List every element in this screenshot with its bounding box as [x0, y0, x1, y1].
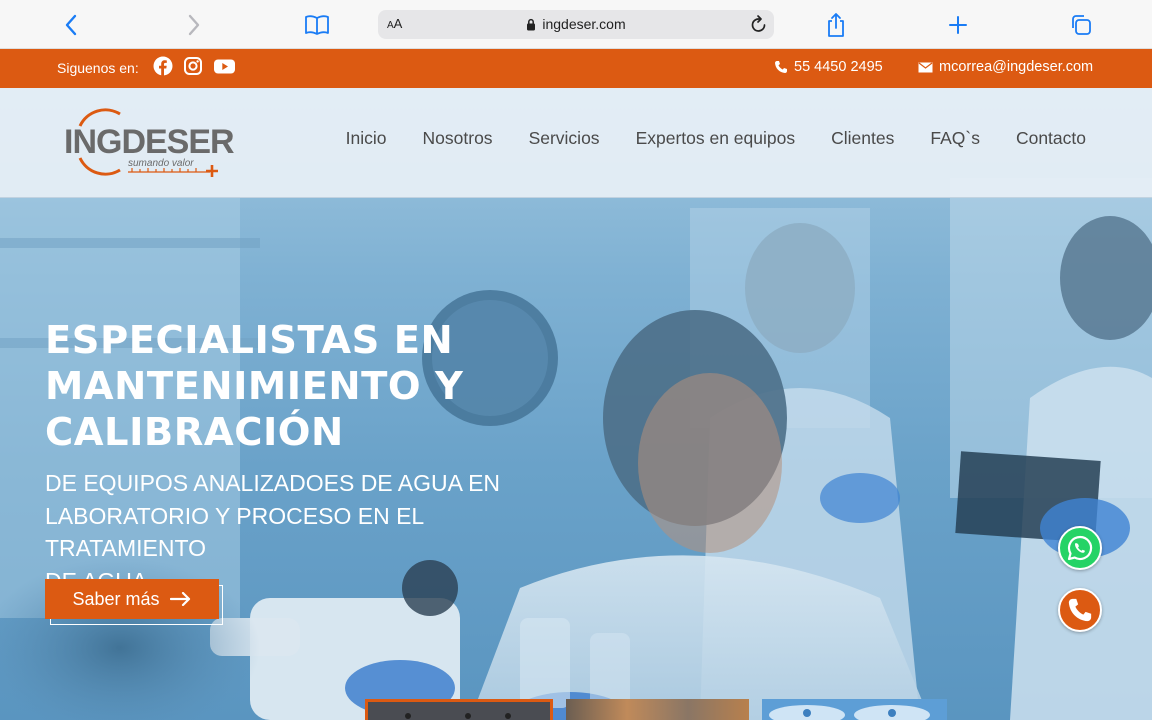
ingdeser-logo[interactable]: INGDESER sumando valor: [60, 106, 235, 178]
site-header: INGDESER sumando valor Inicio Nosotros S…: [0, 88, 1152, 198]
topbar-phone[interactable]: 55 4450 2495: [774, 59, 883, 75]
nav-contacto[interactable]: Contacto: [1016, 128, 1086, 149]
service-thumbnail-1[interactable]: [365, 699, 553, 720]
new-tab-plus-icon[interactable]: [946, 10, 970, 40]
nav-expertos-en-equipos[interactable]: Expertos en equipos: [636, 128, 796, 149]
topbar-email[interactable]: mcorrea@ingdeser.com: [918, 59, 1093, 75]
subheadline-line-2: LABORATORIO Y PROCESO EN EL TRATAMIENTO: [45, 502, 424, 562]
subheadline-line-1: DE EQUIPOS ANALIZADOES DE AGUA EN: [45, 470, 501, 496]
follow-us-label: Siguenos en:: [57, 60, 139, 76]
headline-line-3: CALIBRACIÓN: [45, 410, 344, 455]
phone-icon: [775, 61, 787, 73]
whatsapp-icon: [1067, 535, 1093, 561]
bookmarks-book-icon[interactable]: [303, 10, 331, 40]
service-thumbnail-3[interactable]: [762, 699, 947, 720]
back-chevron-icon[interactable]: [60, 10, 82, 40]
logo-wordmark: INGDESER: [64, 123, 234, 161]
email-address: mcorrea@ingdeser.com: [939, 59, 1094, 75]
nav-clientes[interactable]: Clientes: [831, 128, 894, 149]
tabs-overview-icon[interactable]: [1068, 10, 1094, 40]
youtube-icon[interactable]: [213, 56, 236, 76]
facebook-icon[interactable]: [153, 56, 173, 76]
instagram-icon[interactable]: [183, 56, 203, 76]
arrow-right-icon: [169, 592, 190, 606]
lock-icon: [527, 18, 536, 30]
nav-faqs[interactable]: FAQ`s: [930, 128, 980, 149]
hero-subheadline: DE EQUIPOS ANALIZADOES DE AGUA EN LABORA…: [45, 467, 585, 597]
call-button[interactable]: [1058, 588, 1102, 632]
forward-chevron-icon[interactable]: [183, 10, 205, 40]
headline-line-1: ESPECIALISTAS EN: [45, 318, 454, 363]
hero-headline: ESPECIALISTAS EN MANTENIMIENTO Y CALIBRA…: [45, 318, 605, 456]
whatsapp-button[interactable]: [1058, 526, 1102, 570]
url-text: ingdeser.com: [542, 16, 626, 32]
logo-tagline: sumando valor: [128, 158, 194, 169]
service-thumbnail-2[interactable]: [566, 699, 749, 720]
nav-servicios[interactable]: Servicios: [529, 128, 600, 149]
share-icon[interactable]: [824, 10, 848, 40]
reload-icon[interactable]: [750, 14, 768, 38]
headline-line-2: MANTENIMIENTO Y: [45, 364, 464, 409]
nav-inicio[interactable]: Inicio: [346, 128, 387, 149]
contact-topbar: Siguenos en: 55 4450 2495 mcorrea@ingdes…: [0, 49, 1152, 88]
main-nav: Inicio Nosotros Servicios Expertos en eq…: [346, 128, 1086, 149]
envelope-icon: [918, 62, 933, 72]
browser-toolbar: AA ingdeser.com: [0, 0, 1152, 49]
address-bar[interactable]: AA ingdeser.com: [378, 10, 774, 39]
phone-number: 55 4450 2495: [794, 59, 883, 75]
saber-mas-label: Saber más: [72, 588, 160, 609]
saber-mas-button[interactable]: Saber más: [45, 579, 219, 619]
phone-icon: [1068, 598, 1092, 622]
nav-nosotros[interactable]: Nosotros: [423, 128, 493, 149]
